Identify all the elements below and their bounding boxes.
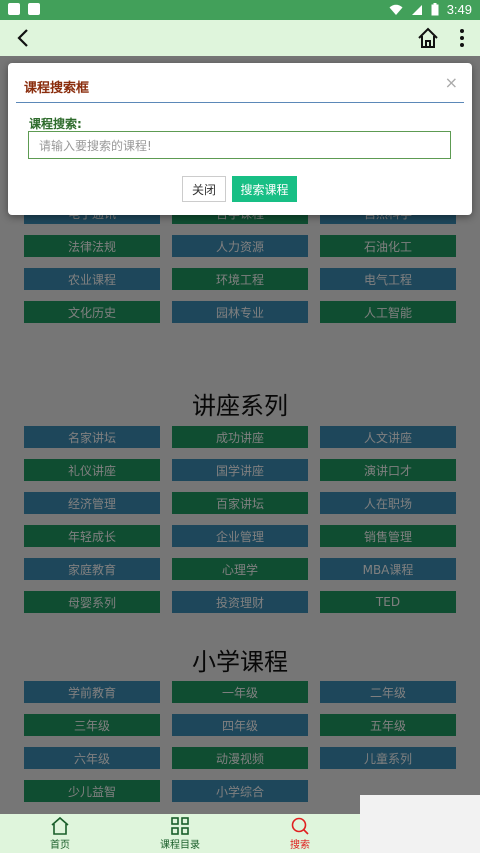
battery-icon bbox=[431, 3, 439, 16]
dialog-close-icon[interactable]: × bbox=[445, 73, 458, 92]
search-label: 课程搜索: bbox=[29, 117, 82, 131]
close-button[interactable]: 关闭 bbox=[182, 176, 226, 202]
back-arrow-icon[interactable] bbox=[12, 26, 36, 50]
dialog-title: 课程搜索框 bbox=[24, 81, 90, 96]
search-icon bbox=[291, 817, 309, 835]
signal-icon bbox=[411, 4, 422, 15]
wifi-icon bbox=[389, 4, 403, 15]
search-course-button[interactable]: 搜索课程 bbox=[232, 176, 297, 202]
nav-search[interactable]: 搜索 bbox=[240, 814, 360, 853]
home-icon[interactable] bbox=[416, 26, 440, 50]
app-notification-icon bbox=[28, 3, 40, 15]
app-bar bbox=[0, 20, 480, 56]
status-bar: 3:49 bbox=[0, 0, 480, 20]
nav-home[interactable]: 首页 bbox=[0, 814, 120, 853]
dialog-divider bbox=[16, 102, 464, 103]
nav-catalog[interactable]: 课程目录 bbox=[120, 814, 240, 853]
corner-patch bbox=[360, 795, 480, 853]
nav-home-label: 首页 bbox=[50, 840, 70, 851]
qr-grid-icon bbox=[171, 817, 189, 835]
status-time: 3:49 bbox=[446, 2, 472, 17]
course-search-input[interactable]: 请输入要搜索的课程! bbox=[28, 131, 451, 159]
course-search-dialog: 课程搜索框 × 课程搜索: 请输入要搜索的课程! 关闭 搜索课程 bbox=[8, 63, 472, 215]
home-icon bbox=[51, 816, 69, 835]
nav-catalog-label: 课程目录 bbox=[160, 840, 200, 851]
more-vertical-icon[interactable] bbox=[454, 26, 470, 50]
image-notification-icon bbox=[8, 3, 20, 15]
nav-search-label: 搜索 bbox=[290, 840, 310, 851]
